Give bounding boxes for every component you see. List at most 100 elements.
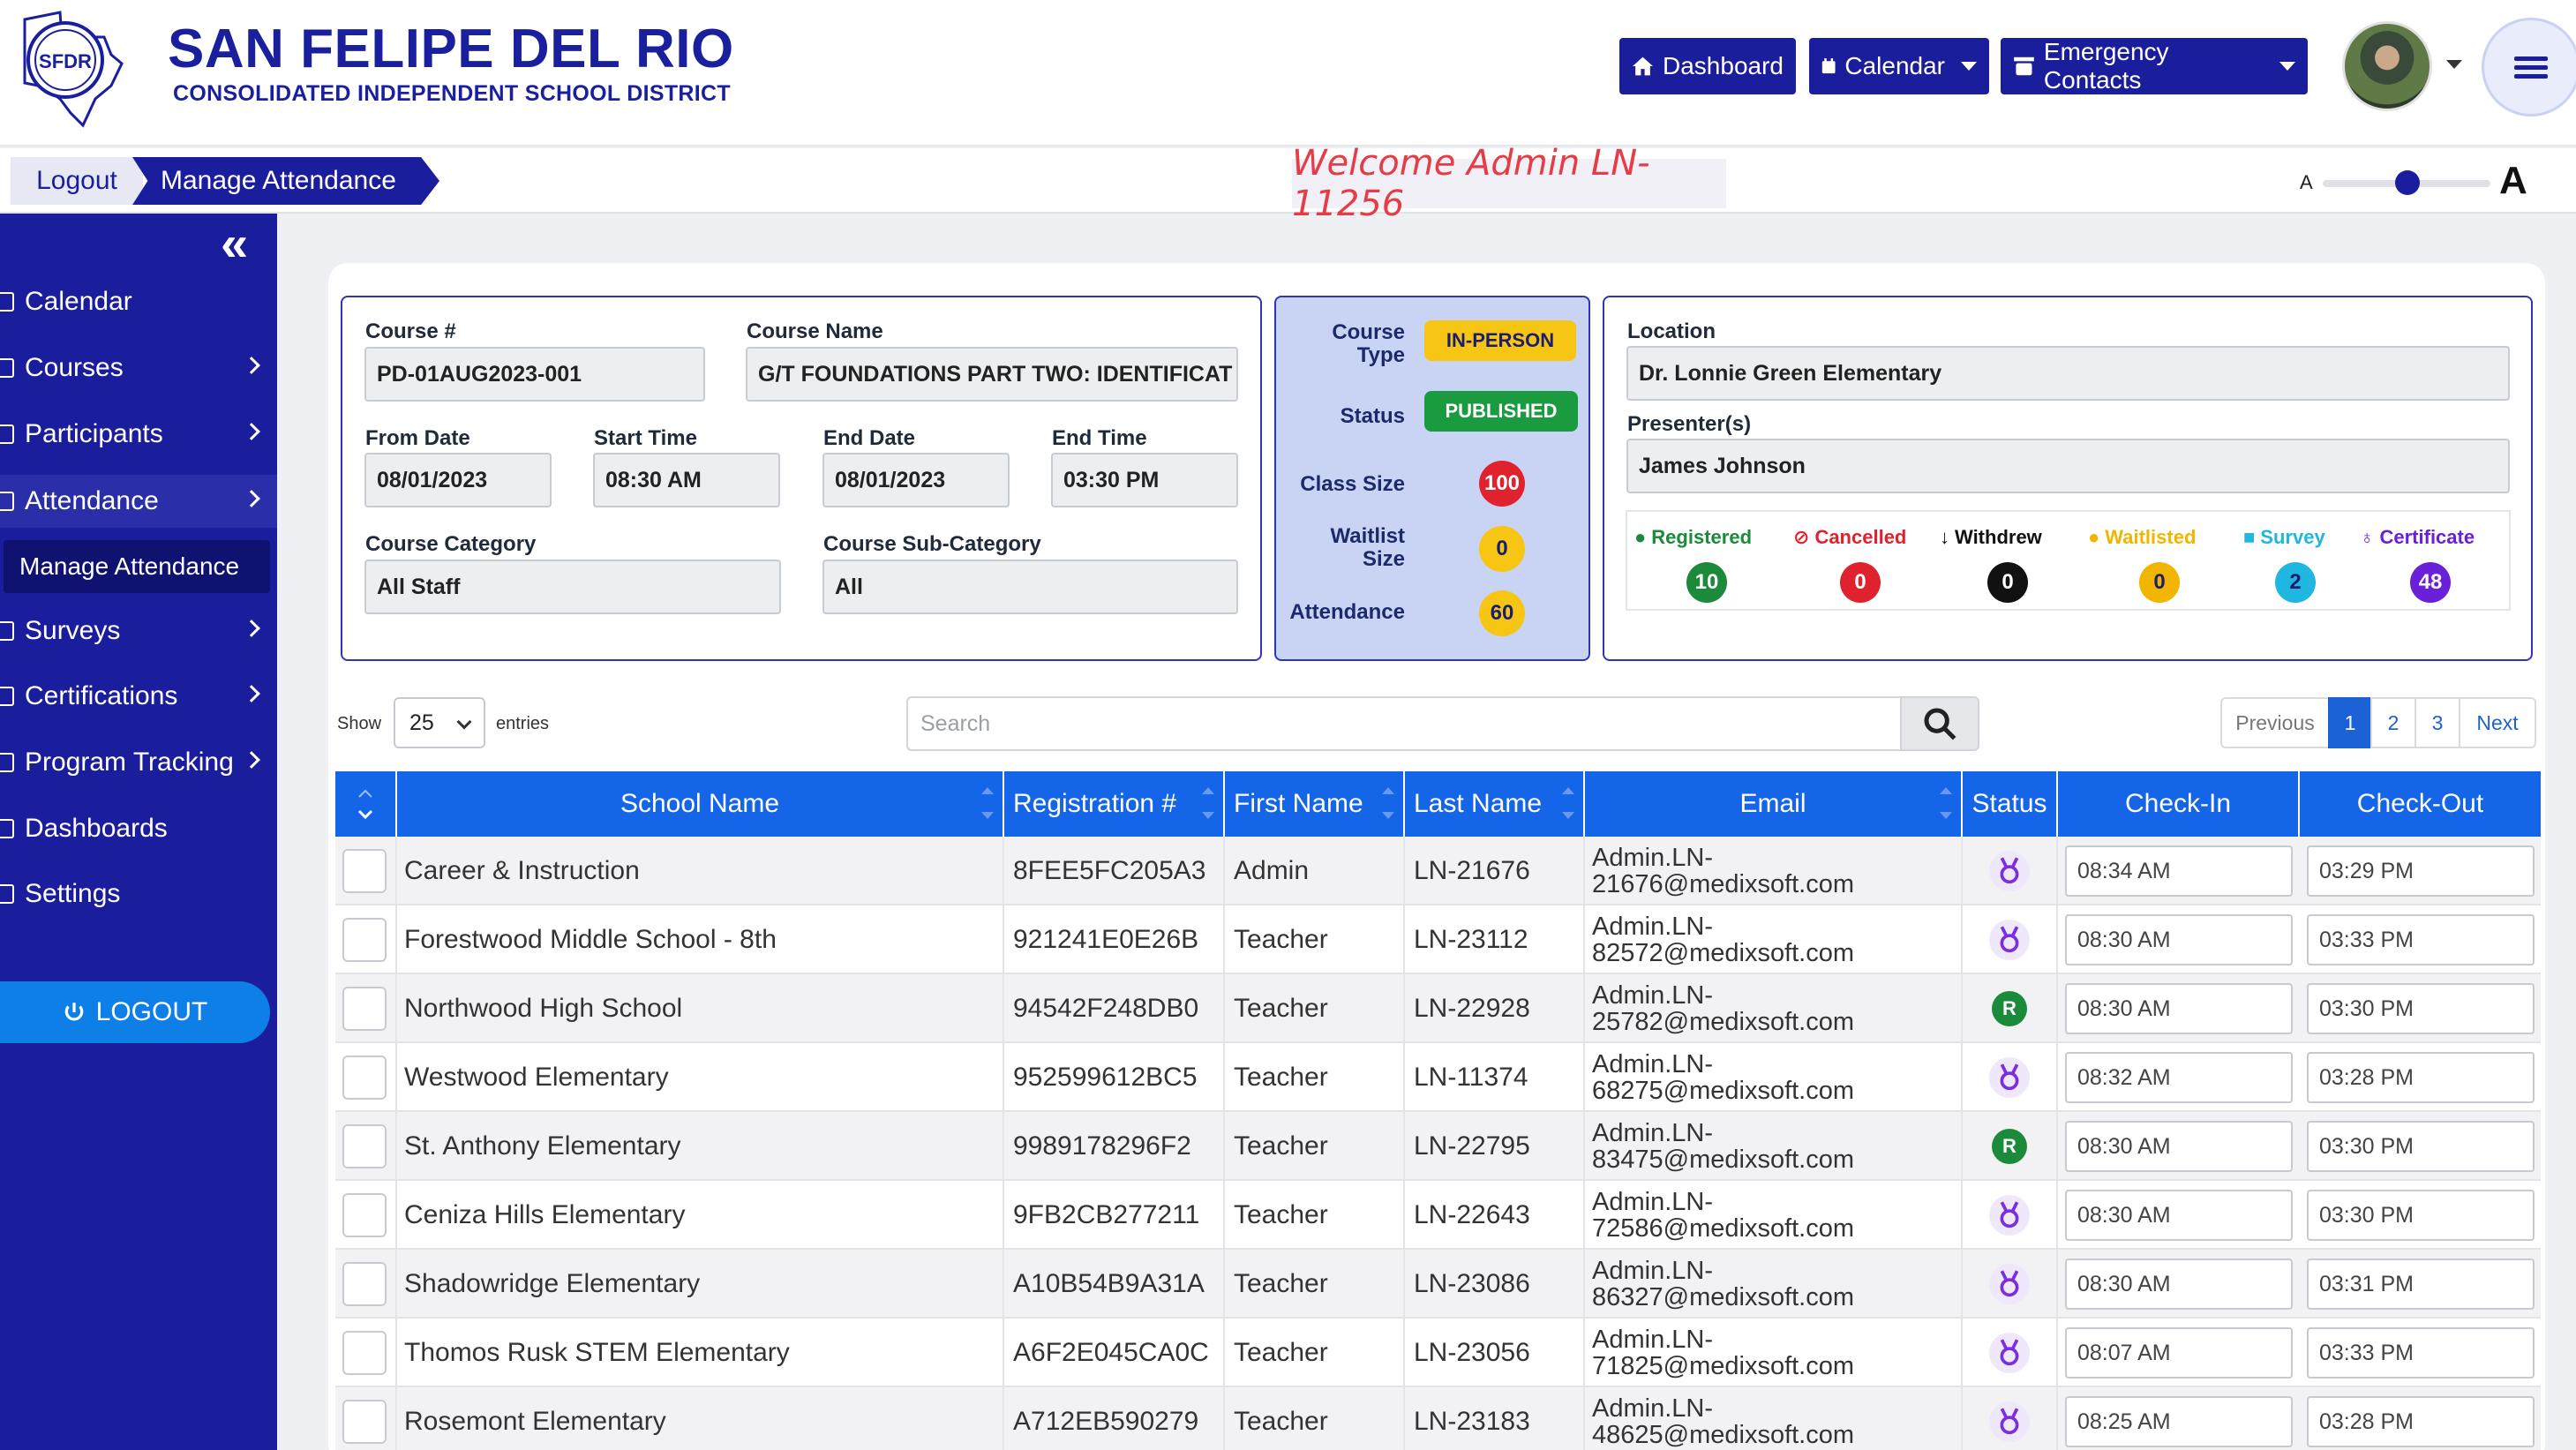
email-line-1: Admin.LN- <box>1592 913 1713 941</box>
check-in-input[interactable]: 08:34 AM <box>2065 845 2293 897</box>
entries-select[interactable]: 25 <box>394 697 485 748</box>
brand-title: SAN FELIPE DEL RIO <box>168 19 734 79</box>
pagination-previous[interactable]: Previous <box>2220 697 2330 748</box>
certificate-icon <box>1989 1195 2030 1236</box>
participants-icon <box>0 424 14 444</box>
check-in-input[interactable]: 08:30 AM <box>2065 1190 2293 1241</box>
sidebar-item-settings[interactable]: Settings <box>0 868 277 920</box>
check-out-input[interactable]: 03:31 PM <box>2307 1258 2535 1310</box>
select-all-sort-header[interactable] <box>335 771 397 837</box>
course-subcategory-field: All <box>822 560 1238 614</box>
sidebar-item-label: Participants <box>25 419 163 448</box>
certificate-icon <box>1989 1264 2030 1304</box>
status-cell <box>1963 837 2058 905</box>
status-cell <box>1963 1319 2058 1387</box>
table-row: Forestwood Middle School - 8th 921241E0E… <box>335 905 2541 974</box>
attendance-icon <box>0 492 14 511</box>
school-name-cell: Ceniza Hills Elementary <box>397 1181 1004 1250</box>
column-header-school-name[interactable]: School Name <box>397 771 1004 837</box>
check-out-cell: 03:28 PM <box>2300 1043 2541 1112</box>
collapse-sidebar-icon[interactable]: « <box>221 219 248 268</box>
emergency-contacts-button[interactable]: Emergency Contacts <box>2001 38 2308 94</box>
sidebar-item-label: Calendar <box>25 287 132 316</box>
sidebar-item-label: Attendance <box>25 486 159 515</box>
sidebar-item-surveys[interactable]: Surveys <box>0 605 277 657</box>
check-out-input[interactable]: 03:30 PM <box>2307 1121 2535 1172</box>
column-header-email[interactable]: Email <box>1585 771 1963 837</box>
check-out-input[interactable]: 03:33 PM <box>2307 1327 2535 1379</box>
registered-status-icon: R <box>1992 1129 2027 1164</box>
row-checkbox[interactable] <box>342 1193 387 1237</box>
sidebar-item-attendance[interactable]: Attendance <box>0 475 277 528</box>
first-name-cell: Teacher <box>1225 974 1405 1043</box>
pagination-page-2[interactable]: 2 <box>2370 697 2416 748</box>
column-header-last-name[interactable]: Last Name <box>1405 771 1585 837</box>
check-out-input[interactable]: 03:28 PM <box>2307 1052 2535 1103</box>
font-size-slider-handle[interactable] <box>2395 170 2420 195</box>
header-label: Check-In <box>2124 789 2232 818</box>
search-button[interactable] <box>1900 696 1979 751</box>
sidebar-subitem-manage-attendance[interactable]: Manage Attendance <box>4 540 270 593</box>
check-out-input[interactable]: 03:30 PM <box>2307 1190 2535 1241</box>
check-in-input[interactable]: 08:30 AM <box>2065 1258 2293 1310</box>
check-out-input[interactable]: 03:28 PM <box>2307 1396 2535 1447</box>
pagination-page-1[interactable]: 1 <box>2328 697 2372 748</box>
search-input[interactable]: Search <box>906 696 1902 751</box>
pagination-next[interactable]: Next <box>2459 697 2536 748</box>
survey-icon: ■ <box>2243 526 2256 548</box>
check-out-input[interactable]: 03:29 PM <box>2307 845 2535 897</box>
row-select-cell <box>335 905 397 974</box>
row-checkbox[interactable] <box>342 1124 387 1168</box>
row-checkbox[interactable] <box>342 1400 387 1444</box>
sidebar-item-program-tracking[interactable]: Program Tracking <box>0 736 277 789</box>
email-line-2: 83475@medixsoft.com <box>1592 1146 1855 1174</box>
sidebar-logout-button[interactable]: LOGOUT <box>0 981 270 1043</box>
first-name-cell: Teacher <box>1225 1319 1405 1387</box>
home-icon <box>1633 56 1653 76</box>
table-row: Westwood Elementary 952599612BC5 Teacher… <box>335 1043 2541 1112</box>
check-in-input[interactable]: 08:25 AM <box>2065 1396 2293 1447</box>
dashboard-button[interactable]: Dashboard <box>1619 38 1796 94</box>
sidebar-item-courses[interactable]: Courses <box>0 342 277 394</box>
check-in-input[interactable]: 08:30 AM <box>2065 914 2293 965</box>
check-in-input[interactable]: 08:30 AM <box>2065 983 2293 1034</box>
table-row: Rosemont Elementary A712EB590279 Teacher… <box>335 1387 2541 1450</box>
header-label: First Name <box>1234 789 1363 818</box>
sidebar-item-dashboards[interactable]: Dashboards <box>0 802 277 855</box>
school-name-cell: Westwood Elementary <box>397 1043 1004 1112</box>
check-out-input[interactable]: 03:33 PM <box>2307 914 2535 965</box>
column-header-registration[interactable]: Registration # <box>1004 771 1225 837</box>
row-checkbox[interactable] <box>342 849 387 893</box>
attendance-count: 60 <box>1479 590 1525 636</box>
check-in-input[interactable]: 08:30 AM <box>2065 1121 2293 1172</box>
status-cell: R <box>1963 1112 2058 1181</box>
check-in-input[interactable]: 08:07 AM <box>2065 1327 2293 1379</box>
calendar-button[interactable]: Calendar <box>1809 38 1989 94</box>
column-header-first-name[interactable]: First Name <box>1225 771 1405 837</box>
email-line-2: 72586@medixsoft.com <box>1592 1214 1855 1243</box>
row-checkbox[interactable] <box>342 1331 387 1375</box>
registration-cell: 9989178296F2 <box>1004 1112 1225 1181</box>
user-avatar[interactable] <box>2342 21 2432 111</box>
sort-icon <box>1382 785 1394 821</box>
hamburger-menu-button[interactable] <box>2482 18 2576 116</box>
row-checkbox[interactable] <box>342 1056 387 1100</box>
row-checkbox[interactable] <box>342 1262 387 1306</box>
row-checkbox[interactable] <box>342 987 387 1031</box>
welcome-message: Welcome Admin LN-11256 <box>1292 143 1726 224</box>
sidebar-item-certifications[interactable]: Certifications <box>0 670 277 723</box>
email-cell: Admin.LN- 72586@medixsoft.com <box>1585 1181 1963 1250</box>
chevron-down-icon[interactable] <box>2446 60 2462 69</box>
header-label: Check-Out <box>2356 789 2484 818</box>
sidebar-item-calendar[interactable]: Calendar <box>0 275 277 328</box>
check-out-input[interactable]: 03:30 PM <box>2307 983 2535 1034</box>
breadcrumb-logout-link[interactable]: Logout <box>11 157 143 205</box>
row-checkbox[interactable] <box>342 918 387 962</box>
chevron-right-icon <box>243 751 260 769</box>
pagination-page-3[interactable]: 3 <box>2415 697 2460 748</box>
certificate-icon <box>1989 1401 2030 1442</box>
sort-icon <box>357 789 373 820</box>
check-in-input[interactable]: 08:32 AM <box>2065 1052 2293 1103</box>
email-cell: Admin.LN- 86327@medixsoft.com <box>1585 1250 1963 1319</box>
sidebar-item-participants[interactable]: Participants <box>0 408 277 461</box>
